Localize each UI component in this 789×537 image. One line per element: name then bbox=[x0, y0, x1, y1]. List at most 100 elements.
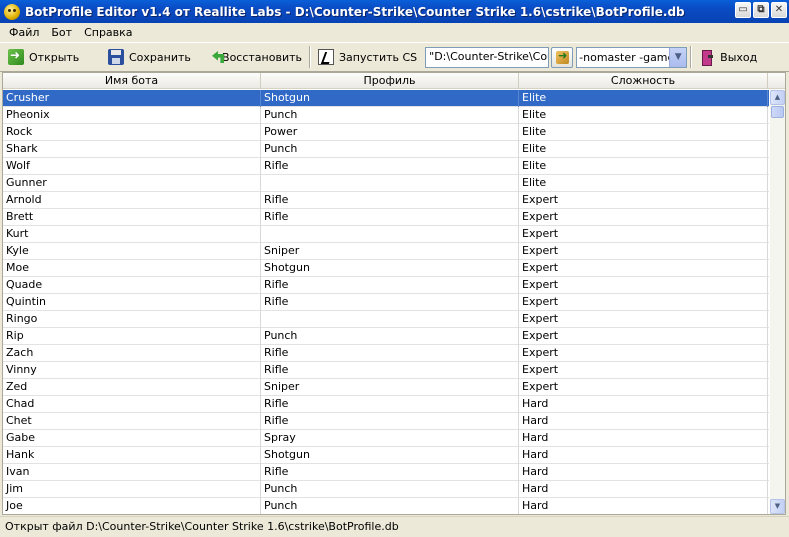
cell-profile[interactable]: Shotgun bbox=[261, 90, 519, 107]
cell-difficulty[interactable]: Expert bbox=[519, 260, 768, 277]
cell-difficulty[interactable]: Expert bbox=[519, 362, 768, 379]
cs-path-input[interactable]: "D:\Counter-Strike\Counter bbox=[425, 46, 550, 68]
column-header-name[interactable]: Имя бота bbox=[3, 73, 261, 89]
cell-profile[interactable]: Rifle bbox=[261, 158, 519, 175]
cell-profile[interactable]: Rifle bbox=[261, 345, 519, 362]
table-row[interactable]: Crusher Shotgun Elite bbox=[3, 90, 769, 107]
launch-params-select[interactable]: -nomaster -game cs ▼ bbox=[576, 46, 688, 68]
cell-difficulty[interactable]: Hard bbox=[519, 413, 768, 430]
cell-bot-name[interactable]: Wolf bbox=[3, 158, 261, 175]
cell-bot-name[interactable]: Joe bbox=[3, 498, 261, 514]
cell-difficulty[interactable]: Expert bbox=[519, 345, 768, 362]
cell-profile[interactable]: Sniper bbox=[261, 243, 519, 260]
table-row[interactable]: Arnold Rifle Expert bbox=[3, 192, 769, 209]
cell-profile[interactable]: Rifle bbox=[261, 413, 519, 430]
cell-difficulty[interactable]: Hard bbox=[519, 481, 768, 498]
table-row[interactable]: Rip Punch Expert bbox=[3, 328, 769, 345]
cell-bot-name[interactable]: Zach bbox=[3, 345, 261, 362]
cell-difficulty[interactable]: Elite bbox=[519, 124, 768, 141]
restore-button[interactable]: Восстановить bbox=[206, 45, 306, 69]
cell-bot-name[interactable]: Quade bbox=[3, 277, 261, 294]
cell-profile[interactable]: Shotgun bbox=[261, 447, 519, 464]
cell-difficulty[interactable]: Expert bbox=[519, 379, 768, 396]
scrollbar-thumb[interactable] bbox=[771, 106, 784, 118]
cell-difficulty[interactable]: Expert bbox=[519, 243, 768, 260]
cell-bot-name[interactable]: Zed bbox=[3, 379, 261, 396]
table-row[interactable]: Gabe Spray Hard bbox=[3, 430, 769, 447]
exit-button[interactable]: Выход bbox=[695, 45, 761, 69]
cell-profile[interactable]: Shotgun bbox=[261, 260, 519, 277]
cell-profile[interactable]: Punch bbox=[261, 481, 519, 498]
cell-difficulty[interactable]: Expert bbox=[519, 328, 768, 345]
cell-difficulty[interactable]: Elite bbox=[519, 90, 768, 107]
menu-help[interactable]: Справка bbox=[78, 26, 138, 39]
table-row[interactable]: Ivan Rifle Hard bbox=[3, 464, 769, 481]
cell-profile[interactable]: Sniper bbox=[261, 379, 519, 396]
cell-difficulty[interactable]: Hard bbox=[519, 447, 768, 464]
cell-profile[interactable]: Rifle bbox=[261, 464, 519, 481]
cell-bot-name[interactable]: Moe bbox=[3, 260, 261, 277]
table-row[interactable]: Hank Shotgun Hard bbox=[3, 447, 769, 464]
save-button[interactable]: Сохранить bbox=[104, 45, 206, 69]
cell-bot-name[interactable]: Ivan bbox=[3, 464, 261, 481]
run-cs-button[interactable]: Запустить CS bbox=[314, 45, 421, 69]
cell-bot-name[interactable]: Brett bbox=[3, 209, 261, 226]
table-row[interactable]: Zed Sniper Expert bbox=[3, 379, 769, 396]
scroll-up-icon[interactable]: ▲ bbox=[770, 90, 785, 105]
cell-bot-name[interactable]: Rip bbox=[3, 328, 261, 345]
scroll-down-icon[interactable]: ▼ bbox=[770, 499, 785, 514]
cell-bot-name[interactable]: Chet bbox=[3, 413, 261, 430]
cell-bot-name[interactable]: Chad bbox=[3, 396, 261, 413]
cell-profile[interactable]: Rifle bbox=[261, 209, 519, 226]
table-row[interactable]: Quintin Rifle Expert bbox=[3, 294, 769, 311]
cell-difficulty[interactable]: Elite bbox=[519, 158, 768, 175]
maximize-button[interactable]: ⧉ bbox=[753, 2, 769, 18]
cell-difficulty[interactable]: Elite bbox=[519, 107, 768, 124]
browse-button[interactable] bbox=[551, 46, 574, 68]
cell-profile[interactable] bbox=[261, 175, 519, 192]
close-button[interactable]: ✕ bbox=[771, 2, 787, 18]
cell-difficulty[interactable]: Elite bbox=[519, 175, 768, 192]
table-row[interactable]: Chad Rifle Hard bbox=[3, 396, 769, 413]
menu-bot[interactable]: Бот bbox=[45, 26, 78, 39]
table-row[interactable]: Quade Rifle Expert bbox=[3, 277, 769, 294]
cell-profile[interactable]: Rifle bbox=[261, 362, 519, 379]
table-row[interactable]: Pheonix Punch Elite bbox=[3, 107, 769, 124]
table-row[interactable]: Kyle Sniper Expert bbox=[3, 243, 769, 260]
cell-bot-name[interactable]: Gabe bbox=[3, 430, 261, 447]
cell-profile[interactable]: Rifle bbox=[261, 294, 519, 311]
cell-difficulty[interactable]: Hard bbox=[519, 396, 768, 413]
cell-difficulty[interactable]: Expert bbox=[519, 226, 768, 243]
table-row[interactable]: Ringo Expert bbox=[3, 311, 769, 328]
table-row[interactable]: Jim Punch Hard bbox=[3, 481, 769, 498]
cell-difficulty[interactable]: Expert bbox=[519, 311, 768, 328]
cell-bot-name[interactable]: Pheonix bbox=[3, 107, 261, 124]
menu-file[interactable]: Файл bbox=[3, 26, 45, 39]
open-button[interactable]: Открыть bbox=[4, 45, 104, 69]
cell-profile[interactable] bbox=[261, 311, 519, 328]
cell-bot-name[interactable]: Crusher bbox=[3, 90, 261, 107]
cell-profile[interactable]: Punch bbox=[261, 141, 519, 158]
cell-profile[interactable]: Punch bbox=[261, 107, 519, 124]
table-row[interactable]: Zach Rifle Expert bbox=[3, 345, 769, 362]
cell-bot-name[interactable]: Kurt bbox=[3, 226, 261, 243]
cell-difficulty[interactable]: Expert bbox=[519, 277, 768, 294]
cell-profile[interactable] bbox=[261, 226, 519, 243]
cell-bot-name[interactable]: Quintin bbox=[3, 294, 261, 311]
table-row[interactable]: Brett Rifle Expert bbox=[3, 209, 769, 226]
cell-bot-name[interactable]: Vinny bbox=[3, 362, 261, 379]
table-row[interactable]: Moe Shotgun Expert bbox=[3, 260, 769, 277]
title-bar[interactable]: BotProfile Editor v1.4 от Reallite Labs … bbox=[0, 0, 789, 23]
cell-bot-name[interactable]: Hank bbox=[3, 447, 261, 464]
table-row[interactable]: Shark Punch Elite bbox=[3, 141, 769, 158]
cell-bot-name[interactable]: Kyle bbox=[3, 243, 261, 260]
cell-difficulty[interactable]: Expert bbox=[519, 209, 768, 226]
cell-profile[interactable]: Punch bbox=[261, 498, 519, 514]
table-row[interactable]: Wolf Rifle Elite bbox=[3, 158, 769, 175]
table-row[interactable]: Vinny Rifle Expert bbox=[3, 362, 769, 379]
cell-bot-name[interactable]: Rock bbox=[3, 124, 261, 141]
cell-profile[interactable]: Rifle bbox=[261, 192, 519, 209]
table-row[interactable]: Rock Power Elite bbox=[3, 124, 769, 141]
column-header-difficulty[interactable]: Сложность bbox=[519, 73, 768, 89]
cell-bot-name[interactable]: Arnold bbox=[3, 192, 261, 209]
